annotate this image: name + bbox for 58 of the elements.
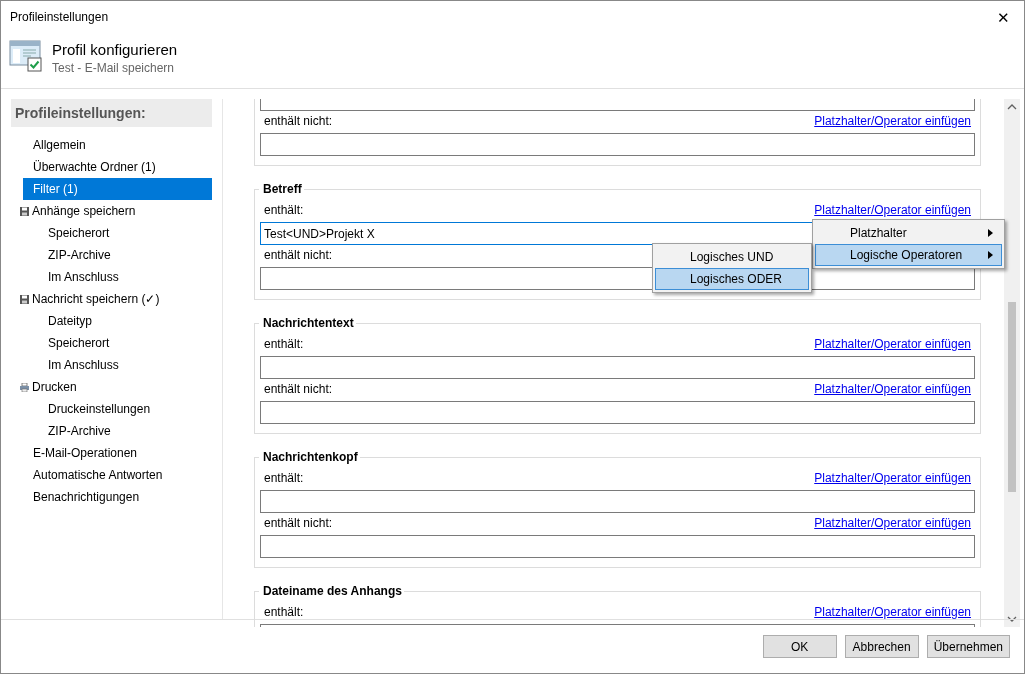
sidebar-item[interactable]: Dateityp [23,310,212,332]
dialog-subtitle: Test - E-Mail speichern [52,60,176,77]
menu-item[interactable]: Logisches ODER [655,268,809,290]
sidebar-item[interactable]: Im Anschluss [23,354,212,376]
window-title: Profileinstellungen [10,9,109,26]
field-label: enthält: [264,604,304,621]
text-field[interactable] [260,490,975,513]
dialog-button[interactable]: Abbrechen [844,635,919,658]
dialog-button[interactable]: OK [762,635,837,658]
sidebar-item[interactable]: Überwachte Ordner (1) [23,156,212,178]
text-field[interactable] [260,401,975,424]
field-label: enthält nicht: [264,381,333,398]
text-field[interactable] [260,356,975,379]
sidebar-item[interactable]: Benachrichtigungen [23,486,212,508]
close-button[interactable]: ✕ [991,9,1016,25]
menu-item[interactable]: Logisches UND [655,246,809,268]
insert-link[interactable]: Platzhalter/Operator einfügen [814,380,971,398]
field-label: enthält: [264,470,304,487]
sidebar-item[interactable]: Drucken [23,376,212,398]
scrollbar[interactable] [1004,99,1020,627]
group-title: Nachrichtenkopf [259,450,360,464]
sidebar-item[interactable]: Nachricht speichern (✓) [23,288,212,310]
menu-item[interactable]: Logische Operatoren [815,244,1003,266]
settings-window-icon [9,39,42,72]
sidebar-item[interactable]: Filter (1) [23,178,212,200]
sidebar-item[interactable]: E-Mail-Operationen [23,442,212,464]
dialog-title: Profil konfigurieren [52,41,178,59]
field-label: enthält nicht: [264,113,333,130]
submenu-arrow-icon [988,229,994,237]
field-label: enthält: [264,336,304,353]
sidebar-item[interactable]: Druckeinstellungen [23,398,212,420]
sidebar-item[interactable]: Allgemein [23,134,212,156]
sidebar-item[interactable]: ZIP-Archive [23,244,212,266]
printer-icon [20,382,29,392]
field-label: enthält: [264,202,304,219]
group-title: Nachrichtentext [259,316,356,330]
group-title: Betreff [259,182,304,196]
insert-link[interactable]: Platzhalter/Operator einfügen [814,603,971,621]
insert-link[interactable]: Platzhalter/Operator einfügen [814,514,971,532]
insert-link[interactable]: Platzhalter/Operator einfügen [814,469,971,487]
field-label: enthält nicht: [264,247,333,264]
insert-link[interactable]: Platzhalter/Operator einfügen [814,201,971,219]
field-label: enthält nicht: [264,515,333,532]
scroll-thumb[interactable] [1008,302,1016,492]
text-field[interactable] [260,535,975,558]
sidebar-item[interactable]: Speicherort [23,332,212,354]
sidebar-heading: Profileinstellungen: [11,99,212,127]
text-field[interactable] [260,133,975,156]
sidebar-item[interactable]: Im Anschluss [23,266,212,288]
group-title: Dateiname des Anhangs [259,584,404,598]
sidebar-item[interactable]: Speicherort [23,222,212,244]
insert-link[interactable]: Platzhalter/Operator einfügen [814,335,971,353]
sidebar-item[interactable]: Anhänge speichern [23,200,212,222]
insert-link[interactable]: Platzhalter/Operator einfügen [814,112,971,130]
sidebar-item[interactable]: Automatische Antworten [23,464,212,486]
submenu-arrow-icon [988,251,994,259]
dialog-button[interactable]: Übernehmen [926,635,1010,658]
sidebar-item[interactable]: ZIP-Archive [23,420,212,442]
